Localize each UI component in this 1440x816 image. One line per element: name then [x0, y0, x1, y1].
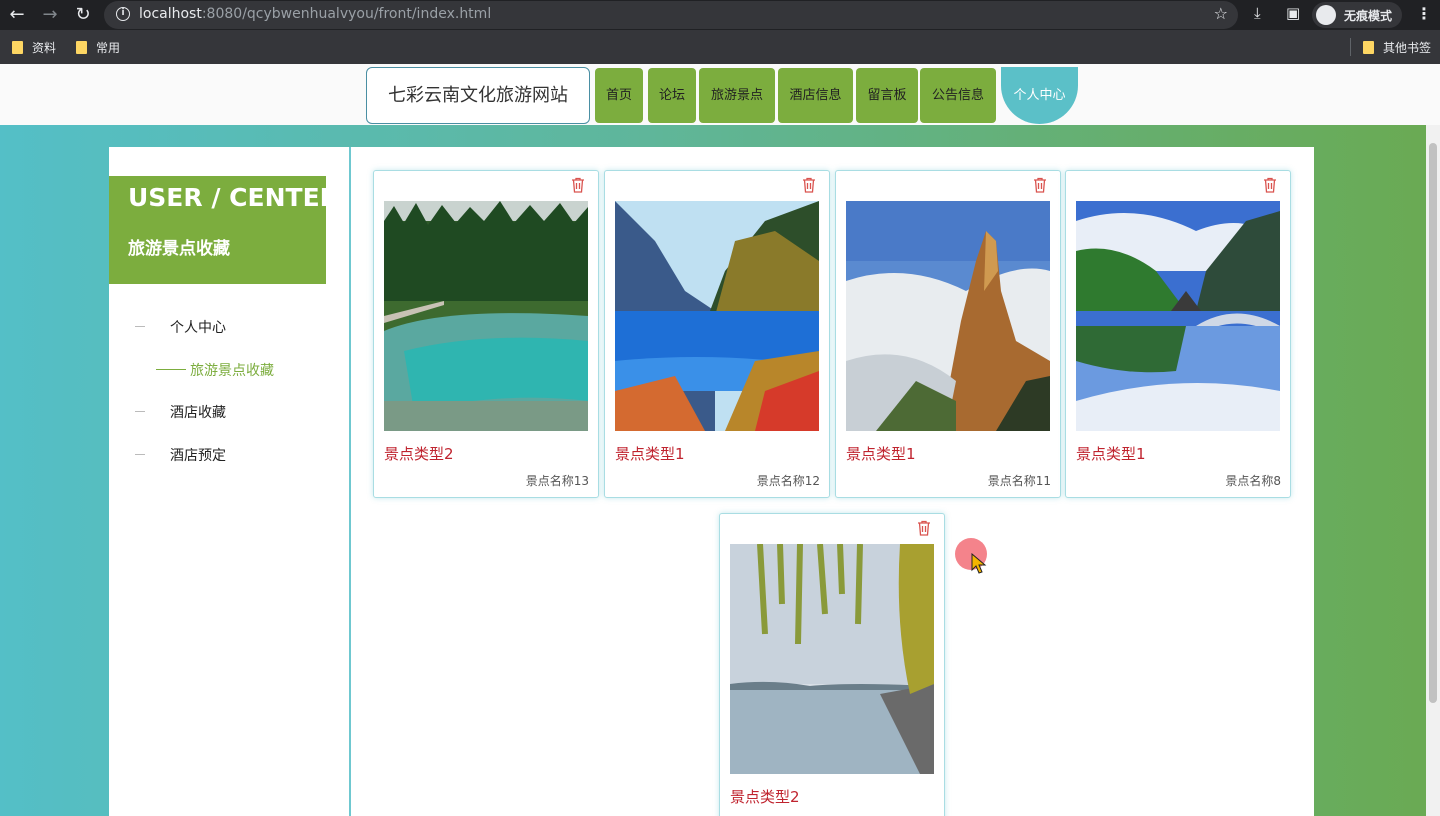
bookmark-separator: [1350, 38, 1351, 56]
favorite-card[interactable]: 景点类型1 景点名称8: [1065, 170, 1291, 498]
bookmarks-bar: 资料 常用 其他书签: [0, 30, 1440, 64]
nav-hotels[interactable]: 酒店信息: [778, 68, 853, 123]
browser-toolbar: ← → ↻ i localhost:8080/qcybwenhualvyou/f…: [0, 0, 1440, 30]
dash-icon: [135, 411, 145, 412]
incognito-icon: [1316, 5, 1336, 25]
attraction-photo[interactable]: [730, 544, 934, 774]
dash-icon: [156, 369, 186, 370]
attraction-photo[interactable]: [1076, 201, 1280, 431]
trash-icon[interactable]: [802, 177, 816, 193]
folder-icon: [1363, 41, 1374, 54]
nav-messages[interactable]: 留言板: [856, 68, 918, 123]
card-type: 景点类型2: [384, 445, 454, 463]
card-type: 景点类型1: [615, 445, 685, 463]
sidebar-item-hotel-booking[interactable]: 酒店预定: [135, 445, 226, 465]
dash-icon: [135, 326, 145, 327]
incognito-badge[interactable]: 无痕模式: [1312, 2, 1402, 28]
bookmark-folder-ziliao[interactable]: 资料: [12, 39, 56, 56]
sidebar-item-attraction-favorites[interactable]: 旅游景点收藏: [156, 360, 274, 380]
content-container: USER / CENTER 旅游景点收藏 个人中心 旅游景点收藏 酒店收藏 酒店…: [109, 147, 1314, 816]
site-title[interactable]: 七彩云南文化旅游网站: [366, 67, 590, 124]
bookmark-folder-other[interactable]: 其他书签: [1363, 39, 1431, 56]
card-name: 景点名称12: [756, 474, 820, 488]
nav-attractions[interactable]: 旅游景点: [699, 68, 775, 123]
favorite-card[interactable]: 景点类型2 景点名称13: [373, 170, 599, 498]
sidepanel-icon[interactable]: ▣: [1286, 4, 1300, 22]
favorite-card[interactable]: 景点类型1 景点名称12: [604, 170, 830, 498]
card-type: 景点类型1: [1076, 445, 1146, 463]
address-bar[interactable]: i localhost:8080/qcybwenhualvyou/front/i…: [104, 1, 1238, 29]
url-text[interactable]: localhost:8080/qcybwenhualvyou/front/ind…: [139, 6, 491, 22]
download-icon[interactable]: ⤓: [1254, 4, 1261, 22]
trash-icon[interactable]: [1263, 177, 1277, 193]
nav-forum[interactable]: 论坛: [648, 68, 696, 123]
sidebar-item-hotel-favorites[interactable]: 酒店收藏: [135, 402, 226, 422]
dash-icon: [135, 454, 145, 455]
reload-icon[interactable]: ↻: [71, 3, 95, 27]
trash-icon[interactable]: [1033, 177, 1047, 193]
menu-icon[interactable]: ⋮: [1416, 4, 1432, 23]
attraction-photo[interactable]: [615, 201, 819, 431]
sidebar-item-user-center[interactable]: 个人中心: [135, 317, 226, 337]
nav-notices[interactable]: 公告信息: [920, 68, 996, 123]
nav-user-center[interactable]: 个人中心: [1001, 67, 1078, 124]
trash-icon[interactable]: [571, 177, 585, 193]
cursor-icon: [971, 553, 987, 574]
sidebar-heading-en: USER / CENTER: [128, 183, 339, 212]
sidebar-heading-cn: 旅游景点收藏: [128, 239, 230, 259]
bookmark-folder-changyong[interactable]: 常用: [76, 39, 120, 56]
card-type: 景点类型2: [730, 788, 800, 806]
star-icon[interactable]: ☆: [1214, 4, 1228, 23]
favorite-card[interactable]: 景点类型1 景点名称11: [835, 170, 1061, 498]
folder-icon: [12, 41, 23, 54]
forward-icon[interactable]: →: [38, 3, 62, 27]
info-icon[interactable]: i: [116, 7, 130, 21]
card-name: 景点名称13: [525, 474, 589, 488]
scrollbar-thumb[interactable]: [1429, 143, 1437, 703]
page: 七彩云南文化旅游网站 首页 论坛 旅游景点 酒店信息 留言板 公告信息 个人中心…: [0, 64, 1440, 816]
card-type: 景点类型1: [846, 445, 916, 463]
trash-icon[interactable]: [917, 520, 931, 536]
card-name: 景点名称8: [1225, 474, 1281, 488]
favorite-card[interactable]: 景点类型2: [719, 513, 945, 816]
scrollbar[interactable]: [1426, 125, 1440, 816]
nav-home[interactable]: 首页: [595, 68, 643, 123]
back-icon[interactable]: ←: [5, 3, 29, 27]
attraction-photo[interactable]: [384, 201, 588, 431]
folder-icon: [76, 41, 87, 54]
site-header: 七彩云南文化旅游网站 首页 论坛 旅游景点 酒店信息 留言板 公告信息 个人中心: [0, 64, 1440, 125]
content-divider: [349, 147, 351, 816]
attraction-photo[interactable]: [846, 201, 1050, 431]
card-name: 景点名称11: [987, 474, 1051, 488]
sidebar-header: USER / CENTER 旅游景点收藏: [109, 176, 339, 284]
